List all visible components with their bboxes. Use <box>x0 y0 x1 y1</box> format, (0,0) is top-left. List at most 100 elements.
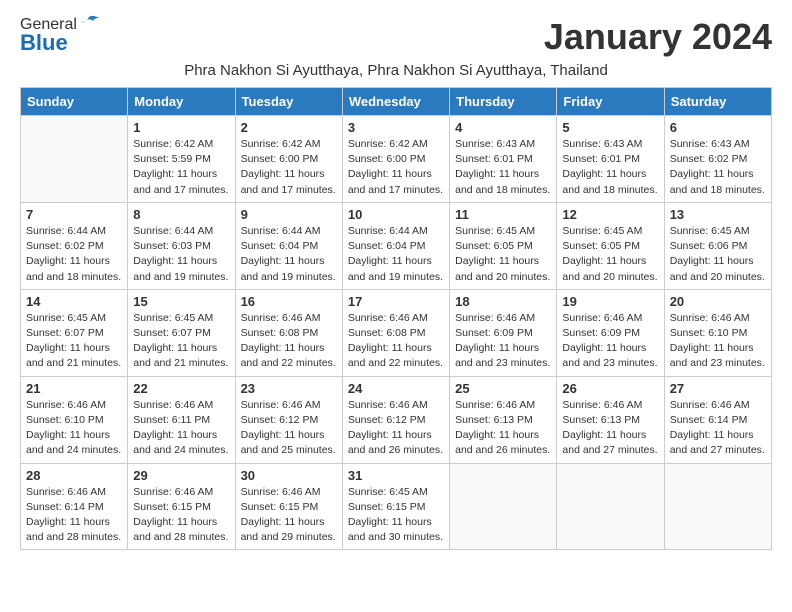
sunset-text: Sunset: 6:15 PM <box>133 500 229 515</box>
sunrise-text: Sunrise: 6:46 AM <box>670 398 766 413</box>
day-info: Sunrise: 6:42 AMSunset: 6:00 PMDaylight:… <box>241 137 337 198</box>
daylight-text-line2: and and 28 minutes. <box>26 530 122 545</box>
day-number: 15 <box>133 294 229 309</box>
day-number: 19 <box>562 294 658 309</box>
day-info: Sunrise: 6:44 AMSunset: 6:04 PMDaylight:… <box>348 224 444 285</box>
sunrise-text: Sunrise: 6:46 AM <box>455 311 551 326</box>
calendar-day-cell: 21Sunrise: 6:46 AMSunset: 6:10 PMDayligh… <box>21 376 128 463</box>
daylight-text-line1: Daylight: 11 hours <box>133 341 229 356</box>
daylight-text-line2: and and 17 minutes. <box>241 183 337 198</box>
sunset-text: Sunset: 6:00 PM <box>241 152 337 167</box>
calendar-empty-cell <box>557 463 664 550</box>
sunrise-text: Sunrise: 6:46 AM <box>455 398 551 413</box>
sunset-text: Sunset: 6:13 PM <box>562 413 658 428</box>
day-number: 13 <box>670 207 766 222</box>
sunrise-text: Sunrise: 6:46 AM <box>241 485 337 500</box>
day-info: Sunrise: 6:45 AMSunset: 6:05 PMDaylight:… <box>562 224 658 285</box>
day-number: 17 <box>348 294 444 309</box>
daylight-text-line1: Daylight: 11 hours <box>562 428 658 443</box>
day-info: Sunrise: 6:45 AMSunset: 6:15 PMDaylight:… <box>348 485 444 546</box>
calendar-day-cell: 14 Sunrise: 6:45 AMSunset: 6:07 PMDayligh… <box>21 289 128 376</box>
daylight-text-line2: and and 19 minutes. <box>133 270 229 285</box>
day-number: 18 <box>455 294 551 309</box>
sunrise-text: Sunrise: 6:45 AM <box>562 224 658 239</box>
calendar-day-cell: 20Sunrise: 6:46 AMSunset: 6:10 PMDayligh… <box>664 289 771 376</box>
sunrise-text: Sunrise: 6:46 AM <box>133 485 229 500</box>
daylight-text-line2: and and 20 minutes. <box>670 270 766 285</box>
calendar-day-cell: 11 Sunrise: 6:45 AMSunset: 6:05 PMDayligh… <box>450 202 557 289</box>
sunset-text: Sunset: 6:04 PM <box>241 239 337 254</box>
calendar-day-cell: 24Sunrise: 6:46 AMSunset: 6:12 PMDayligh… <box>342 376 449 463</box>
day-number: 21 <box>26 381 122 396</box>
sunset-text: Sunset: 6:04 PM <box>348 239 444 254</box>
sunrise-text: Sunrise: 6:43 AM <box>455 137 551 152</box>
day-info: Sunrise: 6:45 AMSunset: 6:05 PMDaylight:… <box>455 224 551 285</box>
daylight-text-line2: and and 18 minutes. <box>562 183 658 198</box>
day-info: Sunrise: 6:46 AMSunset: 6:08 PMDaylight:… <box>241 311 337 372</box>
day-number: 10 <box>348 207 444 222</box>
daylight-text-line2: and and 26 minutes. <box>455 443 551 458</box>
day-number: 24 <box>348 381 444 396</box>
calendar-day-cell: 15 Sunrise: 6:45 AMSunset: 6:07 PMDayligh… <box>128 289 235 376</box>
sunset-text: Sunset: 6:10 PM <box>670 326 766 341</box>
sunset-text: Sunset: 6:02 PM <box>670 152 766 167</box>
sunrise-text: Sunrise: 6:46 AM <box>241 398 337 413</box>
sunrise-text: Sunrise: 6:46 AM <box>133 398 229 413</box>
sunset-text: Sunset: 6:13 PM <box>455 413 551 428</box>
day-info: Sunrise: 6:46 AMSunset: 6:14 PMDaylight:… <box>26 485 122 546</box>
sunset-text: Sunset: 6:10 PM <box>26 413 122 428</box>
day-info: Sunrise: 6:44 AMSunset: 6:02 PMDaylight:… <box>26 224 122 285</box>
calendar-empty-cell <box>664 463 771 550</box>
day-number: 4 <box>455 120 551 135</box>
day-info: Sunrise: 6:46 AMSunset: 6:09 PMDaylight:… <box>562 311 658 372</box>
daylight-text-line2: and and 26 minutes. <box>348 443 444 458</box>
day-number: 14 <box>26 294 122 309</box>
day-number: 2 <box>241 120 337 135</box>
daylight-text-line1: Daylight: 11 hours <box>241 341 337 356</box>
daylight-text-line1: Daylight: 11 hours <box>133 167 229 182</box>
calendar-day-cell: 7Sunrise: 6:44 AMSunset: 6:02 PMDaylight… <box>21 202 128 289</box>
sunset-text: Sunset: 6:12 PM <box>348 413 444 428</box>
day-number: 11 <box>455 207 551 222</box>
weekday-header-row: SundayMondayTuesdayWednesdayThursdayFrid… <box>21 88 772 116</box>
day-number: 31 <box>348 468 444 483</box>
day-info: Sunrise: 6:46 AMSunset: 6:13 PMDaylight:… <box>562 398 658 459</box>
calendar-day-cell: 5 Sunrise: 6:43 AMSunset: 6:01 PMDaylight… <box>557 116 664 203</box>
sunset-text: Sunset: 6:15 PM <box>241 500 337 515</box>
month-title: January 2024 <box>544 16 772 58</box>
sunrise-text: Sunrise: 6:46 AM <box>348 311 444 326</box>
daylight-text-line2: and and 27 minutes. <box>562 443 658 458</box>
day-info: Sunrise: 6:46 AMSunset: 6:09 PMDaylight:… <box>455 311 551 372</box>
daylight-text-line1: Daylight: 11 hours <box>133 515 229 530</box>
day-info: Sunrise: 6:46 AMSunset: 6:15 PMDaylight:… <box>133 485 229 546</box>
daylight-text-line1: Daylight: 11 hours <box>455 428 551 443</box>
daylight-text-line1: Daylight: 11 hours <box>241 515 337 530</box>
day-number: 5 <box>562 120 658 135</box>
daylight-text-line1: Daylight: 11 hours <box>670 167 766 182</box>
sunset-text: Sunset: 6:15 PM <box>348 500 444 515</box>
day-info: Sunrise: 6:43 AMSunset: 6:01 PMDaylight:… <box>562 137 658 198</box>
day-number: 22 <box>133 381 229 396</box>
calendar-day-cell: 8Sunrise: 6:44 AMSunset: 6:03 PMDaylight… <box>128 202 235 289</box>
sunset-text: Sunset: 6:08 PM <box>241 326 337 341</box>
sunrise-text: Sunrise: 6:44 AM <box>241 224 337 239</box>
calendar-day-cell: 1Sunrise: 6:42 AMSunset: 5:59 PMDaylight… <box>128 116 235 203</box>
day-info: Sunrise: 6:43 AMSunset: 6:02 PMDaylight:… <box>670 137 766 198</box>
day-info: Sunrise: 6:45 AMSunset: 6:07 PMDaylight:… <box>133 311 229 372</box>
weekday-header-saturday: Saturday <box>664 88 771 116</box>
weekday-header-sunday: Sunday <box>21 88 128 116</box>
sunset-text: Sunset: 6:05 PM <box>562 239 658 254</box>
daylight-text-line1: Daylight: 11 hours <box>26 341 122 356</box>
daylight-text-line1: Daylight: 11 hours <box>670 341 766 356</box>
calendar-day-cell: 23Sunrise: 6:46 AMSunset: 6:12 PMDayligh… <box>235 376 342 463</box>
logo: General Blue <box>20 16 99 56</box>
calendar-day-cell: 6Sunrise: 6:43 AMSunset: 6:02 PMDaylight… <box>664 116 771 203</box>
sunset-text: Sunset: 6:07 PM <box>26 326 122 341</box>
sunset-text: Sunset: 6:03 PM <box>133 239 229 254</box>
header: General Blue January 2024 <box>20 16 772 58</box>
sunrise-text: Sunrise: 6:45 AM <box>26 311 122 326</box>
day-info: Sunrise: 6:46 AMSunset: 6:08 PMDaylight:… <box>348 311 444 372</box>
logo-blue-text: Blue <box>20 30 68 56</box>
daylight-text-line1: Daylight: 11 hours <box>562 167 658 182</box>
calendar-empty-cell <box>450 463 557 550</box>
